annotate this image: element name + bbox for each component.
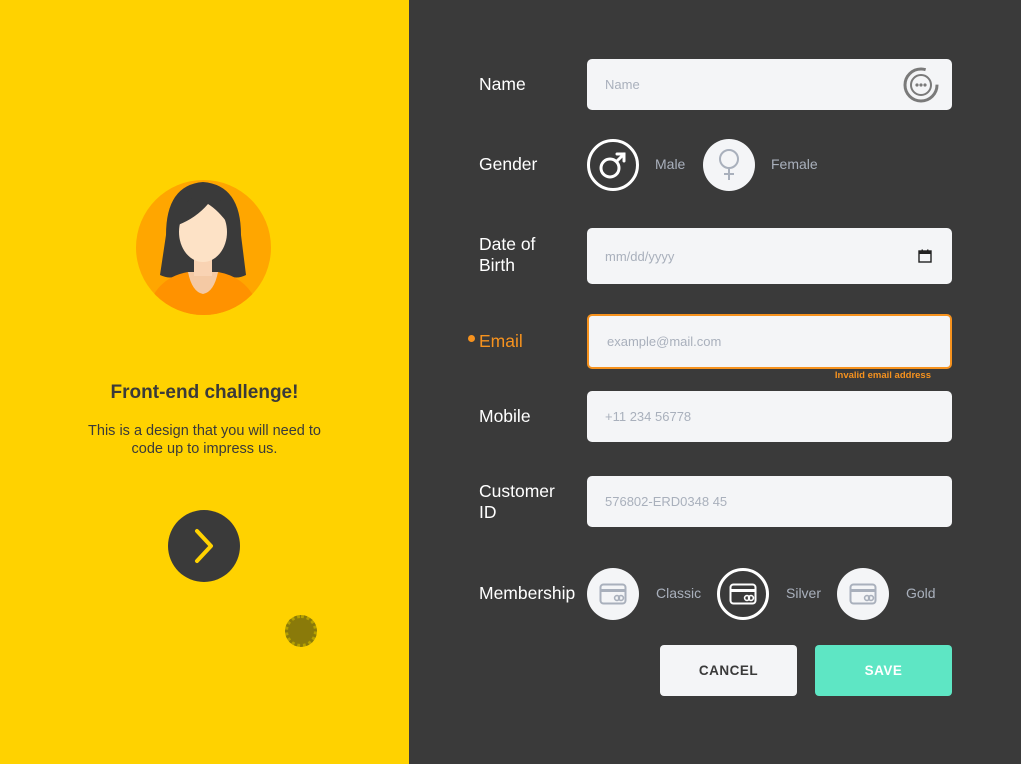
headline: Front-end challenge!	[110, 382, 299, 403]
gender-female-option[interactable]	[703, 139, 755, 191]
email-placeholder: example@mail.com	[607, 334, 722, 349]
female-icon	[719, 149, 739, 180]
email-label: Email	[479, 331, 523, 351]
name-placeholder: Name	[605, 77, 640, 92]
dob-input[interactable]: mm/dd/yyyy	[587, 228, 952, 284]
mobile-placeholder: +11 234 56778	[605, 409, 692, 424]
gender-label: Gender	[479, 154, 538, 174]
email-error-message: Invalid email address	[834, 370, 931, 381]
dob-placeholder: mm/dd/yyyy	[605, 248, 675, 264]
customer-id-label: Customer ID	[479, 481, 555, 522]
calendar-icon[interactable]	[918, 249, 932, 263]
gender-male-label: Male	[655, 156, 686, 172]
next-button[interactable]	[168, 510, 240, 582]
membership-classic-label: Classic	[656, 585, 702, 601]
membership-gold-label: Gold	[906, 585, 936, 601]
email-input[interactable]: example@mail.com	[587, 314, 952, 369]
male-icon	[599, 152, 626, 179]
dob-label: Date of Birth	[479, 234, 536, 275]
name-input[interactable]: Name	[587, 59, 952, 110]
email-error-dot	[468, 335, 475, 342]
name-label: Name	[479, 74, 526, 94]
form-panel: Name Name Gender Male Female Date of Bir…	[409, 0, 1021, 764]
gender-male-option[interactable]	[587, 139, 639, 191]
customer-id-input[interactable]: 576802-ERD0348 45	[587, 476, 952, 527]
credit-card-icon	[849, 583, 877, 605]
cursor-indicator	[285, 615, 317, 647]
membership-classic-option[interactable]	[587, 568, 639, 620]
membership-gold-option[interactable]	[837, 568, 889, 620]
credit-card-icon	[599, 583, 627, 605]
cancel-button[interactable]: CANCEL	[660, 645, 797, 696]
password-dots-icon[interactable]	[902, 66, 940, 104]
customer-id-placeholder: 576802-ERD0348 45	[605, 494, 728, 509]
membership-label: Membership	[479, 583, 576, 603]
avatar	[136, 180, 271, 315]
membership-silver-option[interactable]	[717, 568, 769, 620]
intro-text: This is a design that you will need to c…	[88, 423, 321, 457]
mobile-input[interactable]: +11 234 56778	[587, 391, 952, 442]
gender-female-label: Female	[771, 156, 818, 172]
chevron-right-icon	[195, 529, 213, 563]
intro-panel: Front-end challenge! This is a design th…	[0, 0, 409, 764]
save-button[interactable]: SAVE	[815, 645, 952, 696]
membership-silver-label: Silver	[786, 585, 822, 601]
credit-card-icon	[729, 583, 757, 605]
mobile-label: Mobile	[479, 406, 531, 426]
